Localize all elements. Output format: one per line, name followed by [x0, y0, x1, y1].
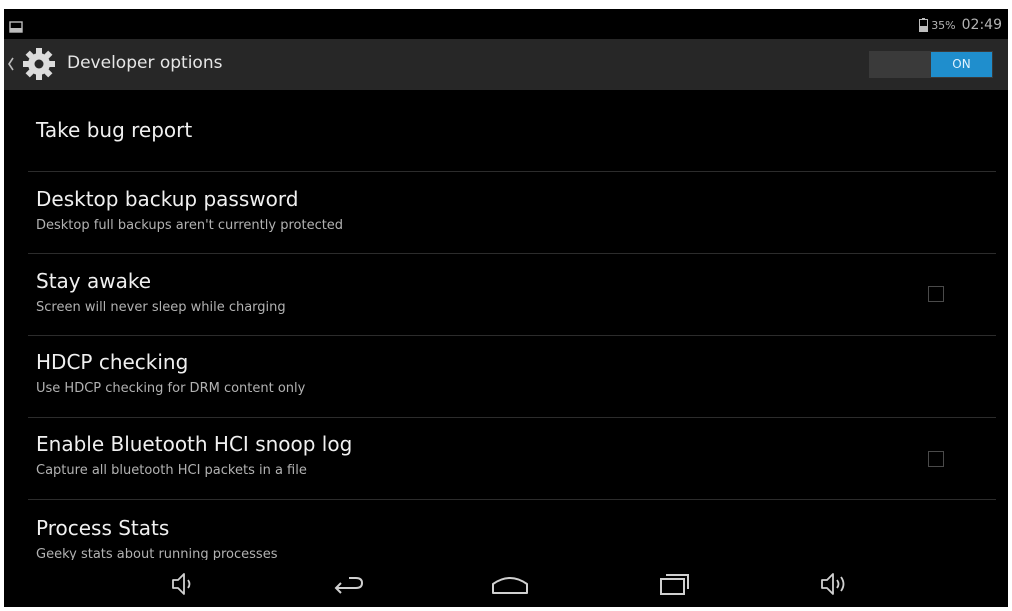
stay-awake-checkbox[interactable]	[928, 286, 944, 302]
battery-icon	[919, 18, 929, 32]
page-title: Developer options	[67, 53, 223, 73]
pref-bluetooth-hci-snoop-log[interactable]: Enable Bluetooth HCI snoop log Capture a…	[4, 418, 1008, 499]
settings-gear-icon[interactable]	[20, 45, 58, 83]
pref-summary: Desktop full backups aren't currently pr…	[36, 218, 344, 233]
pref-title: Stay awake	[36, 269, 152, 293]
navigation-bar	[4, 560, 1008, 607]
pref-title: Take bug report	[36, 118, 193, 142]
preference-list[interactable]: Take bug report Desktop backup password …	[4, 90, 1008, 560]
clock: 02:49	[961, 17, 1002, 33]
pref-title: HDCP checking	[36, 350, 189, 374]
pref-summary: Capture all bluetooth HCI packets in a f…	[36, 463, 307, 478]
pref-summary: Screen will never sleep while charging	[36, 300, 286, 315]
pref-summary: Use HDCP checking for DRM content only	[36, 381, 306, 396]
pref-take-bug-report[interactable]: Take bug report	[4, 90, 1008, 171]
status-indicators: 35% 02:49	[919, 16, 1002, 34]
pref-stay-awake[interactable]: Stay awake Screen will never sleep while…	[4, 254, 1008, 335]
pref-title: Enable Bluetooth HCI snoop log	[36, 432, 353, 456]
pref-summary: Geeky stats about running processes	[36, 547, 278, 560]
developer-options-toggle[interactable]: ON	[869, 51, 993, 78]
pref-desktop-backup-password[interactable]: Desktop backup password Desktop full bac…	[4, 172, 1008, 253]
pref-title: Process Stats	[36, 516, 170, 540]
device-screen: 35% 02:49 Developer options ON Take bug …	[4, 9, 1008, 607]
up-navigation-icon[interactable]	[7, 56, 15, 72]
bluetooth-hci-snoop-checkbox[interactable]	[928, 451, 944, 467]
pref-hdcp-checking[interactable]: HDCP checking Use HDCP checking for DRM …	[4, 336, 1008, 417]
back-icon[interactable]	[327, 568, 367, 600]
home-icon[interactable]	[490, 568, 530, 600]
pref-title: Desktop backup password	[36, 187, 299, 211]
status-bar: 35% 02:49	[4, 9, 1008, 39]
toggle-thumb: ON	[931, 52, 992, 77]
action-bar: Developer options ON	[4, 39, 1008, 90]
volume-up-icon[interactable]	[816, 568, 856, 600]
battery-percent: 35%	[931, 18, 956, 32]
pref-process-stats[interactable]: Process Stats Geeky stats about running …	[4, 500, 1008, 560]
screenshot-notification-icon	[9, 18, 23, 33]
volume-down-icon[interactable]	[162, 568, 202, 600]
recent-apps-icon[interactable]	[654, 568, 694, 600]
